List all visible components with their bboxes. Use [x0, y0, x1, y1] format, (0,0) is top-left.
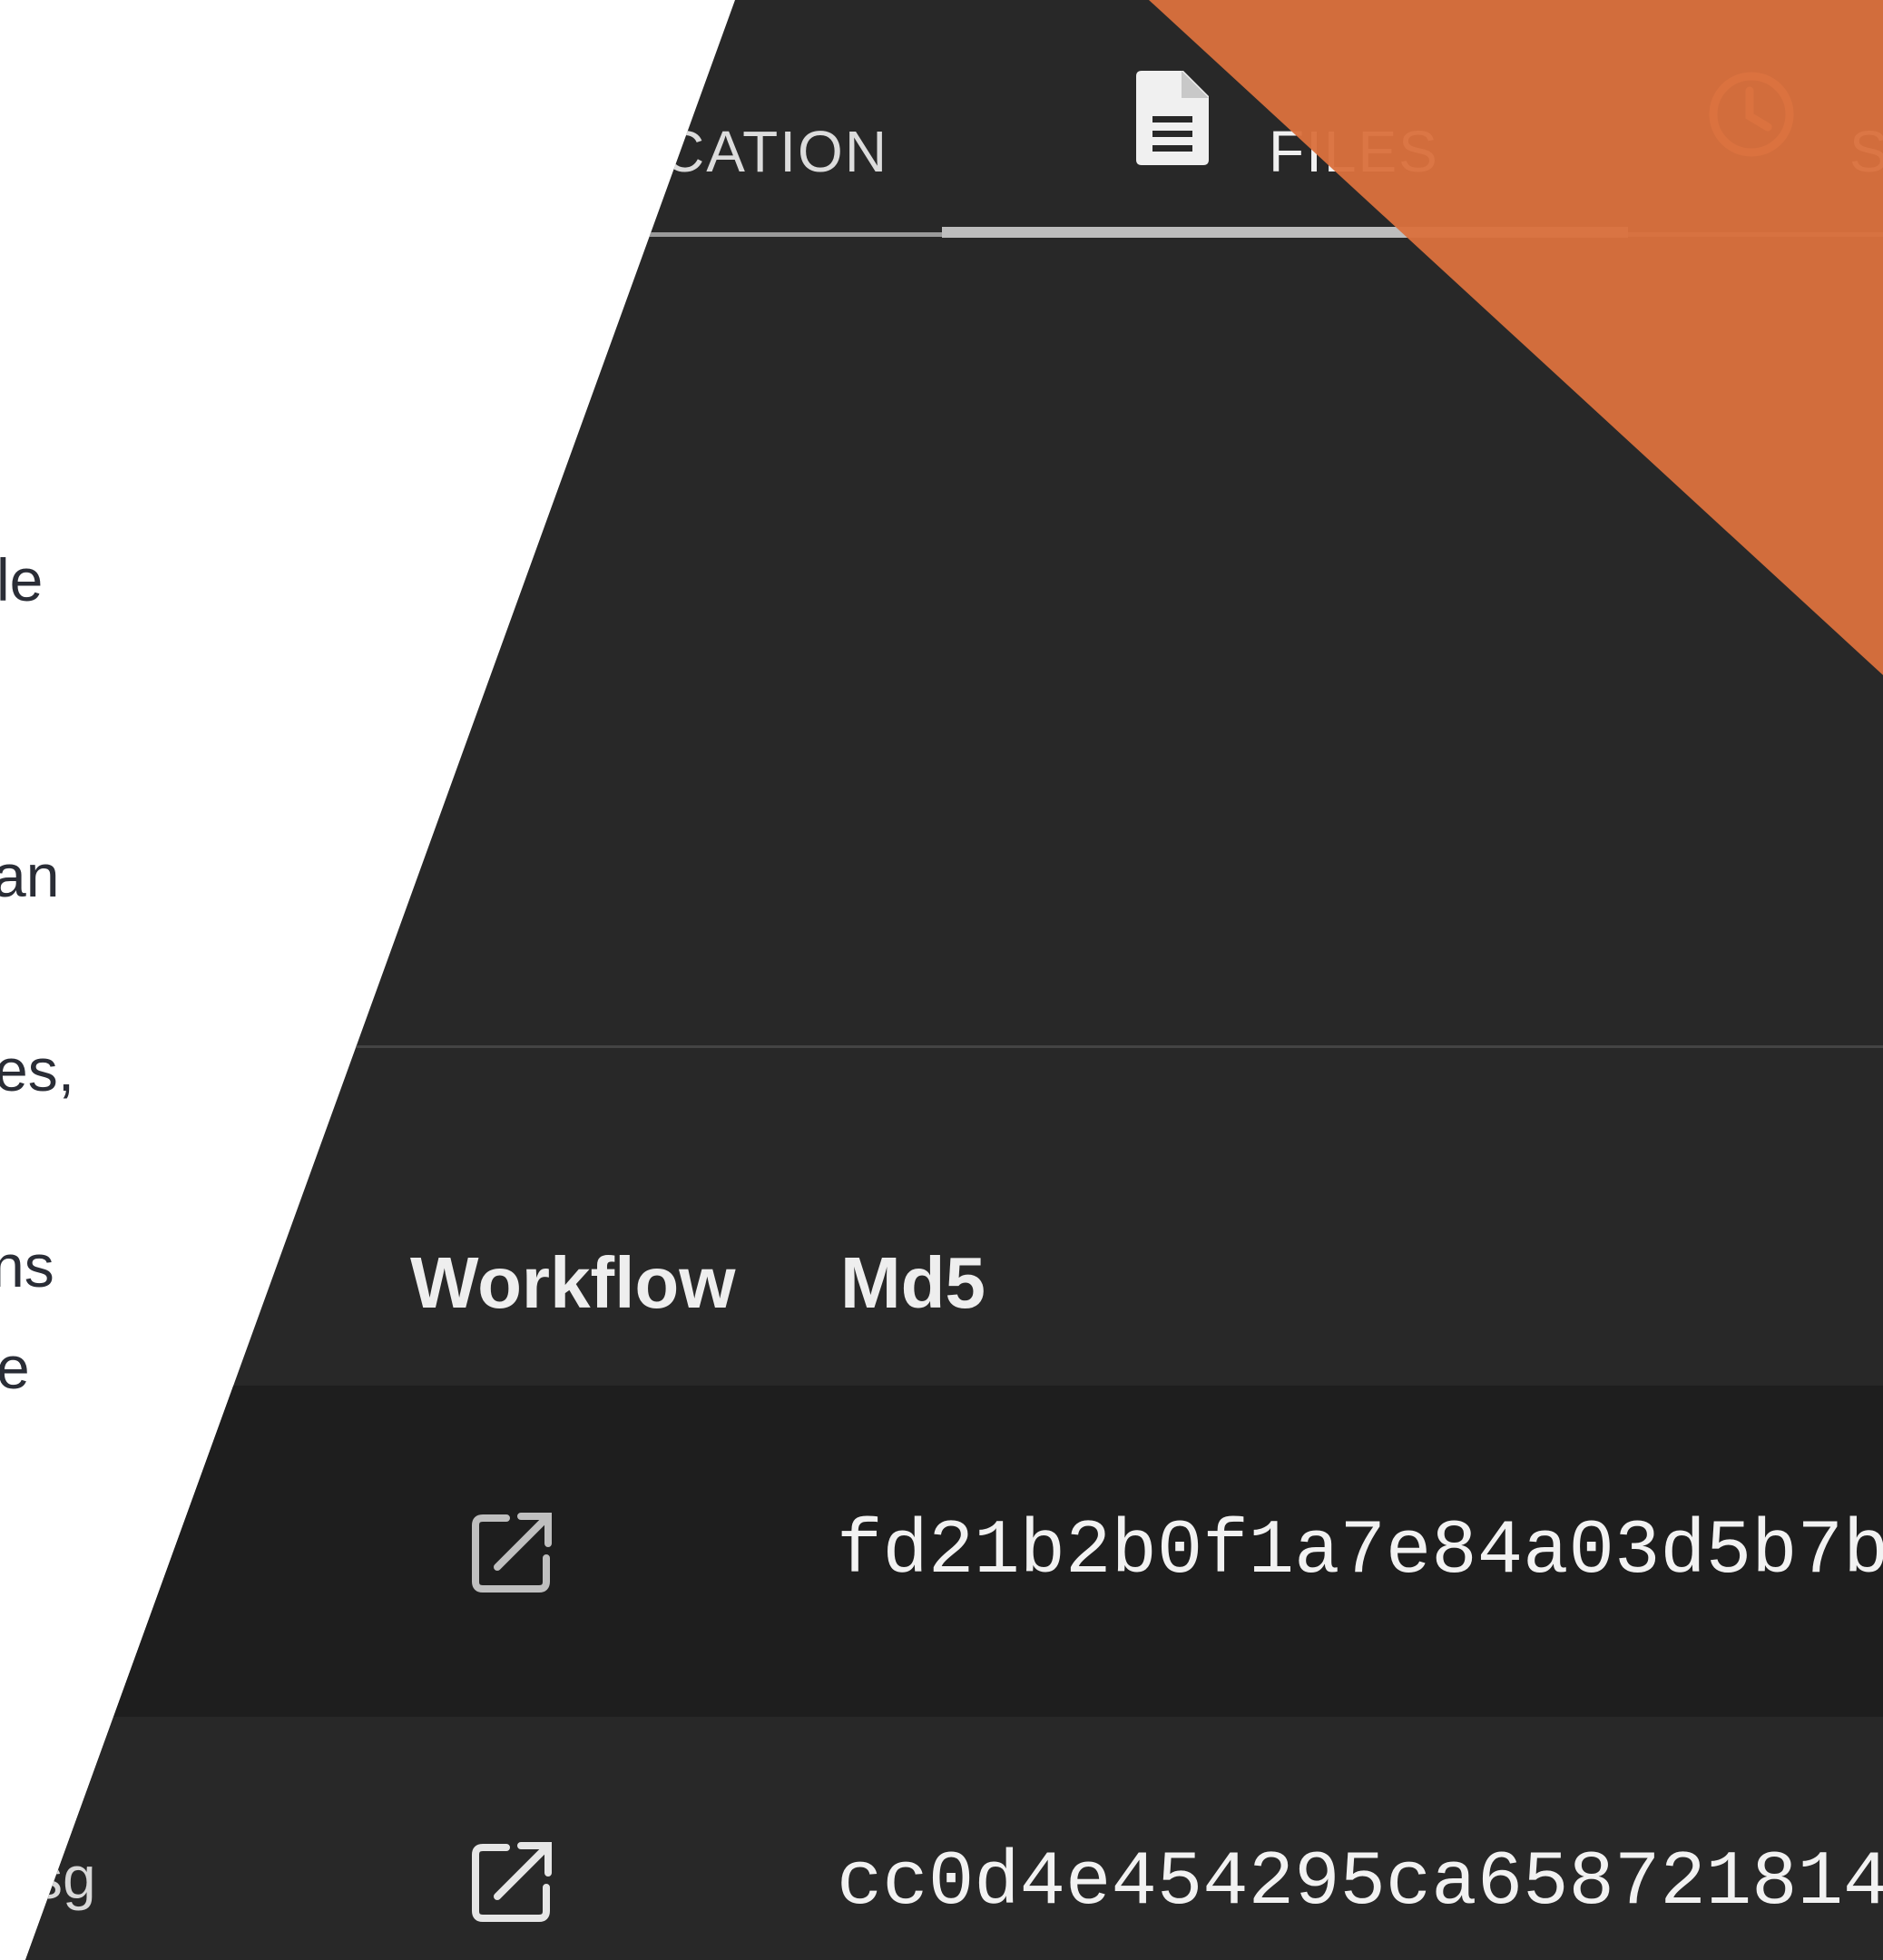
open-in-new-icon[interactable] — [470, 1511, 554, 1594]
clock-icon — [1709, 72, 1794, 157]
files-panel: CATION FILES S Workflow Md5 fd21b2b0f1a7… — [25, 0, 1883, 1960]
table-row: fd21b2b0f1a7e84a03d5b7bfb — [25, 1386, 1883, 1717]
row-name-fragment: sg — [33, 1844, 96, 1911]
document-text-fragment: an — [0, 842, 60, 909]
document-text-fragment: le — [0, 546, 44, 613]
section-divider — [354, 1045, 1883, 1048]
tab-application[interactable]: CATION — [635, 65, 907, 238]
tab-application-label: CATION — [662, 119, 889, 184]
tab-files-label: FILES — [1269, 119, 1439, 184]
document-text-fragment: ns — [0, 1232, 54, 1299]
file-icon — [1136, 71, 1209, 165]
open-in-new-icon[interactable] — [470, 1840, 554, 1924]
column-header-workflow[interactable]: Workflow — [410, 1241, 736, 1325]
tab-schedule[interactable]: S — [1697, 65, 1883, 238]
table-row: cc0d4e454295ca658721814f — [25, 1717, 1883, 1960]
md5-value: fd21b2b0f1a7e84a03d5b7bfb — [837, 1509, 1883, 1595]
active-tab-indicator — [942, 227, 1628, 238]
tab-schedule-label: S — [1849, 119, 1883, 184]
files-table-header: Workflow Md5 — [25, 1216, 1883, 1384]
md5-value: cc0d4e454295ca658721814f — [837, 1840, 1883, 1926]
document-text-fragment: es, — [0, 1036, 75, 1103]
document-text-fragment: e — [0, 1334, 30, 1401]
tab-files[interactable]: FILES — [942, 65, 1628, 238]
column-header-md5[interactable]: Md5 — [840, 1241, 986, 1325]
screen: le an es, ns e CATION FILES S Workflow M… — [0, 0, 1883, 1960]
